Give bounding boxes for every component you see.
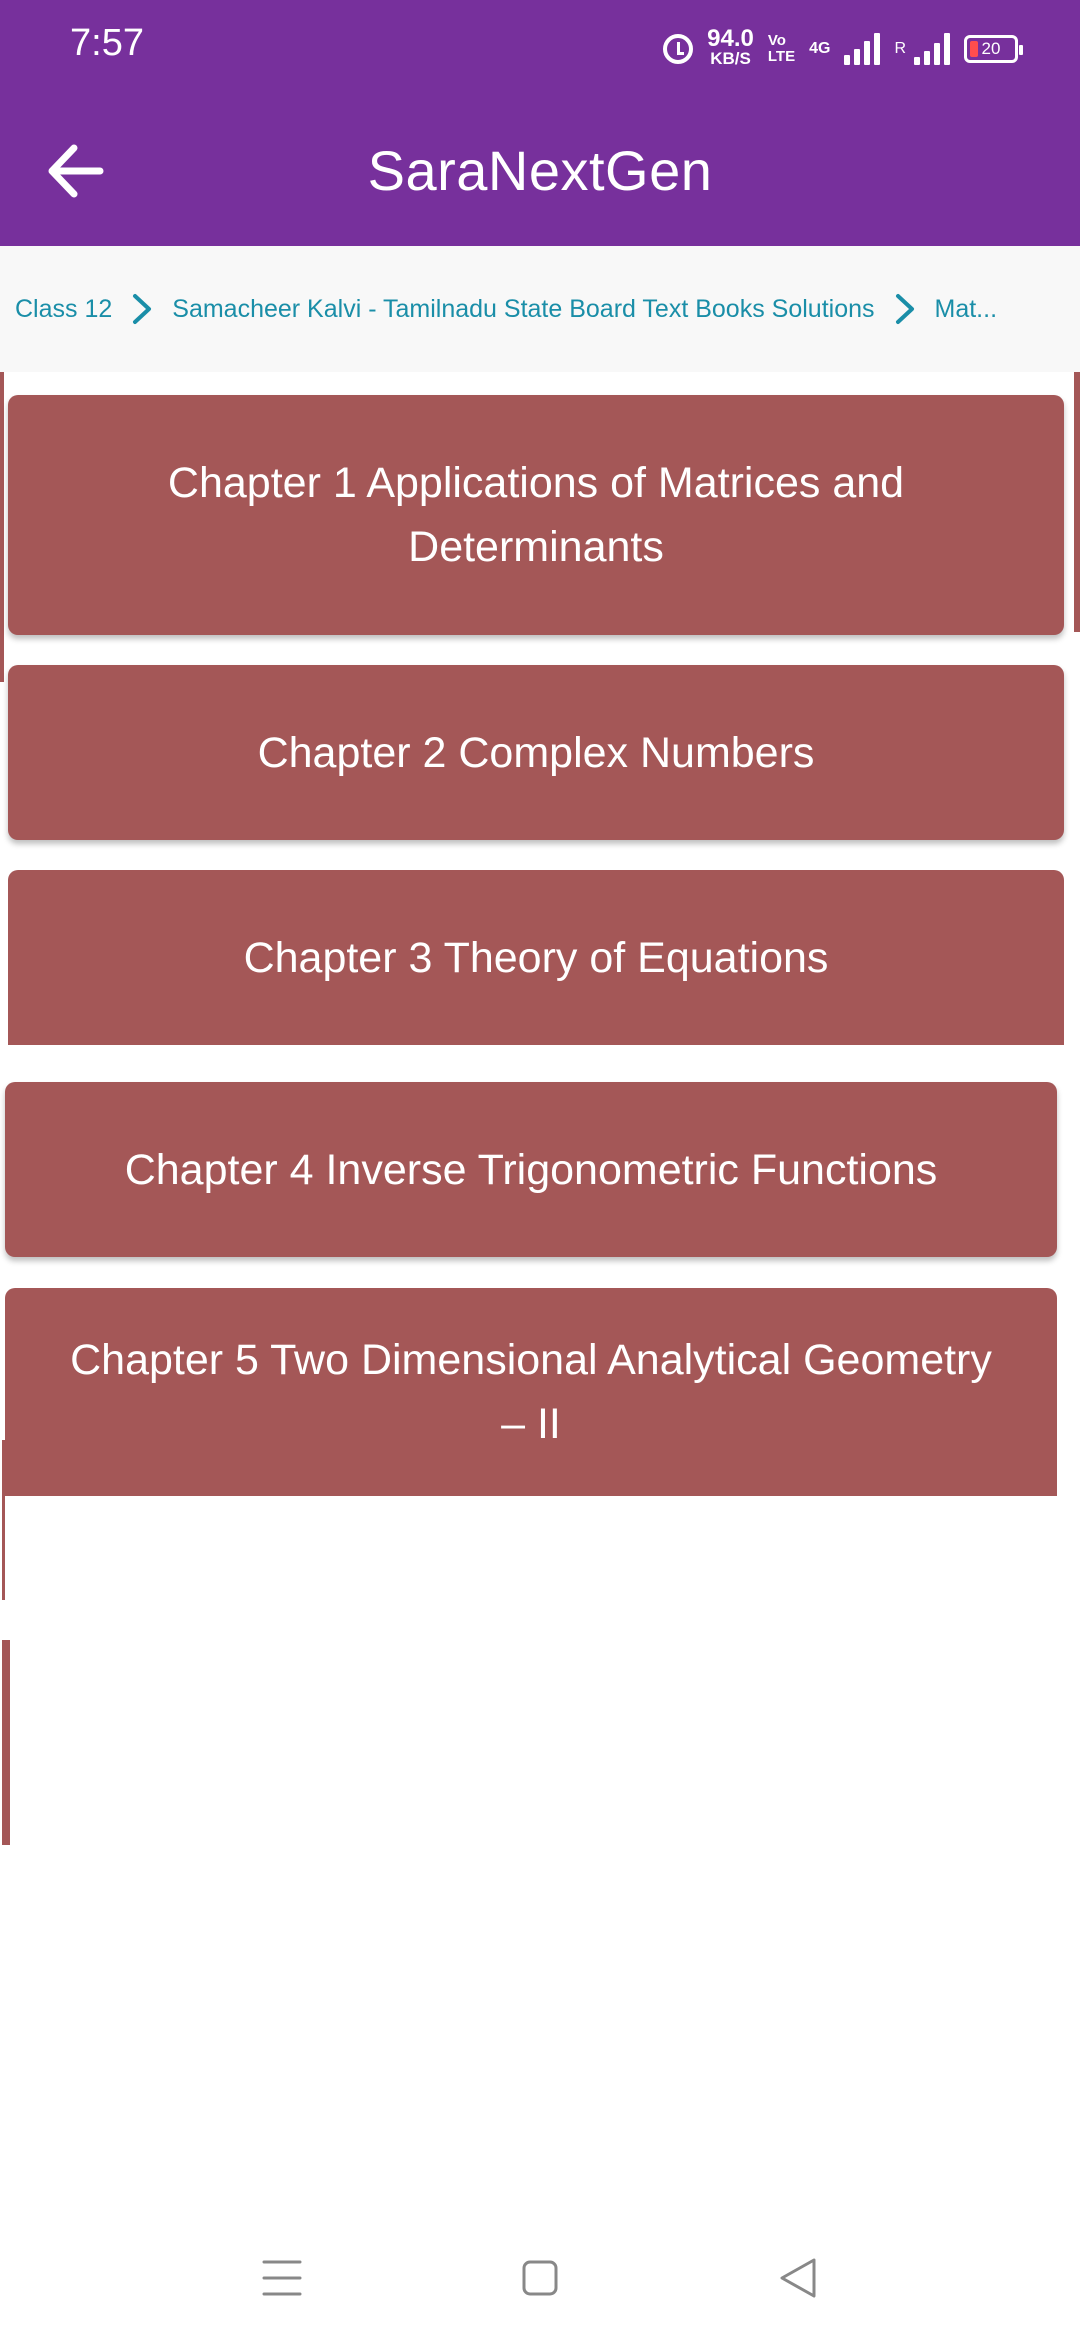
app-bar: SaraNextGen xyxy=(0,96,1080,246)
chapter-item-1[interactable]: Chapter 1 Applications of Matrices and D… xyxy=(8,395,1064,635)
menu-icon xyxy=(262,2260,302,2296)
battery-level: 20 xyxy=(981,39,1001,58)
volte-top: Vo xyxy=(767,32,786,49)
chevron-right-icon xyxy=(112,292,172,326)
signal-icon xyxy=(914,33,950,65)
list-edge-decoration xyxy=(1074,372,1080,632)
system-nav-bar xyxy=(0,2210,1080,2340)
back-nav-button[interactable] xyxy=(768,2248,828,2308)
chapter-item-3[interactable]: Chapter 3 Theory of Equations xyxy=(8,870,1064,1045)
net-speed-value: 94.0 xyxy=(707,25,754,52)
breadcrumb-item-subject[interactable]: Mat... xyxy=(935,295,998,324)
chapter-item-2[interactable]: Chapter 2 Complex Numbers xyxy=(8,665,1064,840)
network-type: 4G xyxy=(809,40,831,57)
volte-bottom: LTE xyxy=(767,48,796,65)
list-edge-decoration xyxy=(0,372,4,682)
chapter-item-4[interactable]: Chapter 4 Inverse Trigonometric Function… xyxy=(5,1082,1057,1257)
chevron-right-icon xyxy=(875,292,935,326)
battery-icon: 20 xyxy=(964,35,1023,63)
back-triangle-icon xyxy=(780,2258,816,2298)
net-speed: 94.0 KB/S xyxy=(707,25,754,69)
breadcrumb-item-class[interactable]: Class 12 xyxy=(15,295,112,324)
list-edge-decoration xyxy=(2,1640,10,1845)
app-title: SaraNextGen xyxy=(367,139,713,202)
breadcrumb-item-board[interactable]: Samacheer Kalvi - Tamilnadu State Board … xyxy=(172,295,874,324)
roaming-indicator: R xyxy=(894,40,906,57)
alarm-icon xyxy=(663,34,694,64)
home-button[interactable] xyxy=(510,2248,570,2308)
breadcrumb: Class 12 Samacheer Kalvi - Tamilnadu Sta… xyxy=(0,246,1080,372)
status-icons: 94.0 KB/S Vo LTE 4G R 20 xyxy=(663,24,1023,74)
status-bar: 7:57 94.0 KB/S Vo LTE 4G R 20 xyxy=(0,0,1080,96)
chapter-item-5[interactable]: Chapter 5 Two Dimensional Analytical Geo… xyxy=(5,1288,1057,1496)
home-square-icon xyxy=(522,2260,558,2296)
signal-icon xyxy=(844,33,881,65)
menu-button[interactable] xyxy=(252,2248,312,2308)
net-speed-unit: KB/S xyxy=(710,49,751,68)
volte-indicator: Vo LTE xyxy=(768,33,795,65)
list-edge-decoration xyxy=(2,1440,5,1600)
status-time: 7:57 xyxy=(70,22,144,64)
